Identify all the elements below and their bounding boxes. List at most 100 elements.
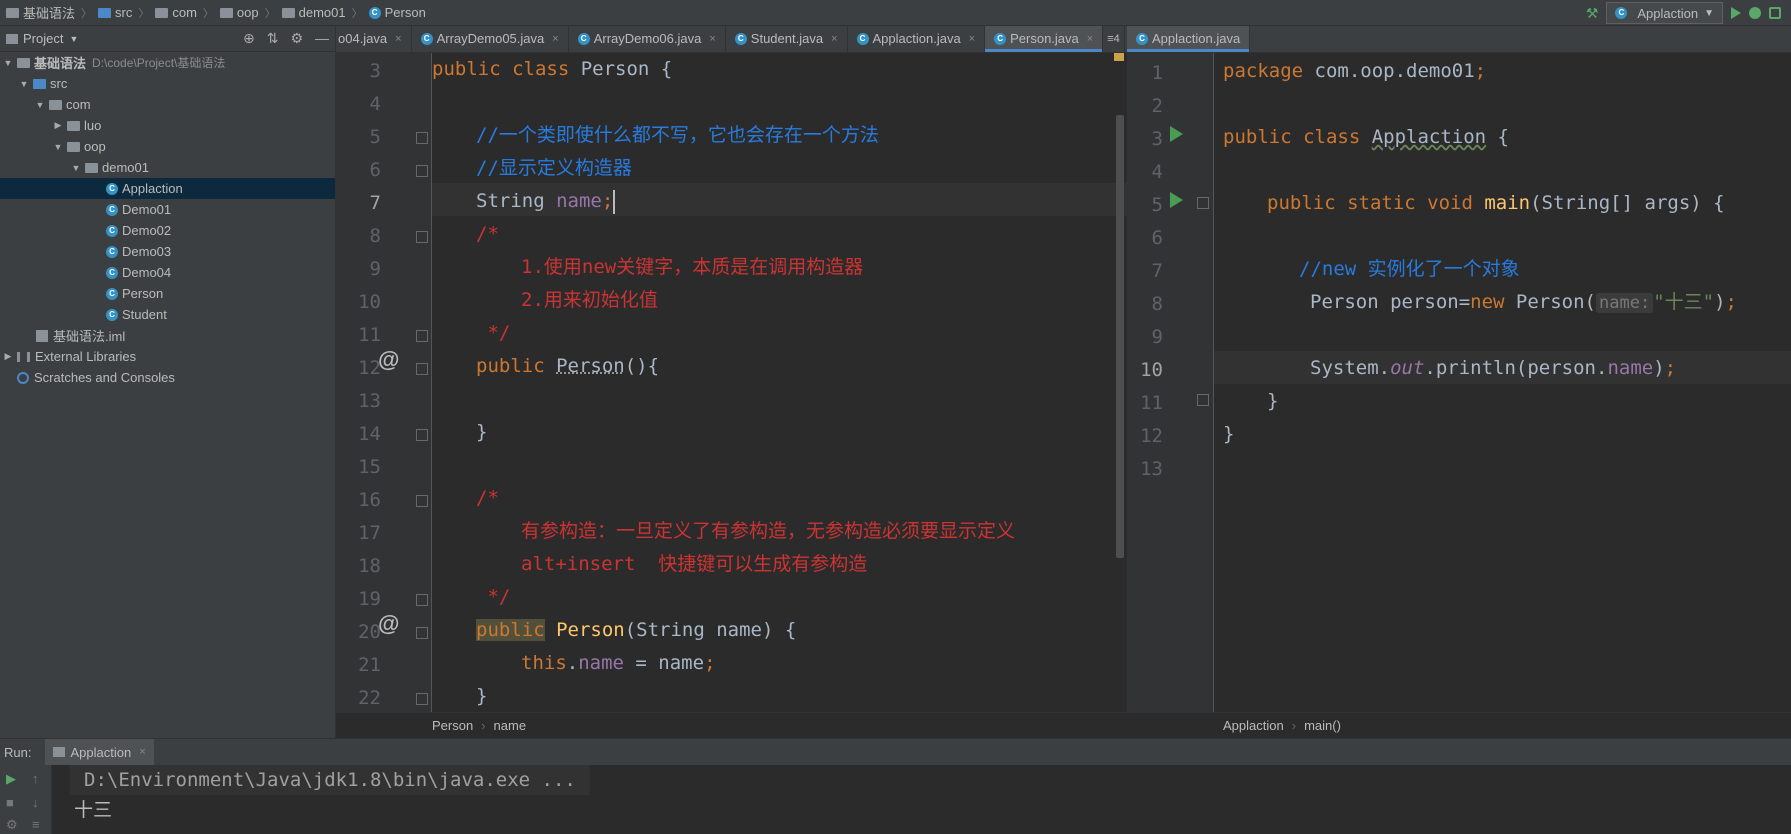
tree-item-iml[interactable]: 基础语法.iml <box>0 325 335 346</box>
close-icon[interactable]: × <box>969 33 975 45</box>
tree-item-src[interactable]: ▼ src <box>0 73 335 94</box>
coverage-icon[interactable] <box>1769 7 1781 19</box>
run-tab-applaction[interactable]: Applaction × <box>45 739 154 765</box>
line-number: 14 <box>358 423 381 445</box>
fold-toggle-icon[interactable] <box>416 594 428 606</box>
tab-person[interactable]: C Person.java × <box>985 26 1104 52</box>
expand-arrow-icon[interactable]: ▼ <box>34 100 46 110</box>
debug-bug-icon[interactable] <box>1749 7 1761 19</box>
crumb-project[interactable]: 基础语法〉 <box>0 3 92 22</box>
folder-icon <box>98 7 112 18</box>
override-annotation-icon[interactable]: @ <box>378 347 399 373</box>
settings-icon[interactable]: ⚙ <box>6 817 18 833</box>
tree-item-scratches[interactable]: Scratches and Consoles <box>0 367 335 388</box>
crumb-demo01[interactable]: demo01 〉 <box>276 5 363 21</box>
override-annotation-icon[interactable]: @ <box>378 611 399 637</box>
collapse-arrow-icon[interactable]: ▶ <box>2 351 14 362</box>
tree-item-class[interactable]: C Demo02 <box>0 220 335 241</box>
run-play-icon[interactable] <box>1731 7 1741 19</box>
build-hammer-icon[interactable]: ⚒ <box>1586 5 1599 22</box>
run-config-select[interactable]: C Applaction ▼ <box>1606 2 1723 24</box>
dropdown-arrow-icon[interactable]: ▼ <box>69 34 78 44</box>
fold-toggle-icon[interactable] <box>416 231 428 243</box>
tree-item-class[interactable]: C Person <box>0 283 335 304</box>
tree-item-oop[interactable]: ▼ oop <box>0 136 335 157</box>
line-number: 18 <box>358 555 381 577</box>
tab-o04[interactable]: o04.java × <box>336 26 412 52</box>
tab-arraydemo05[interactable]: C ArrayDemo05.java × <box>412 26 569 52</box>
expand-arrow-icon[interactable]: ▼ <box>52 142 64 152</box>
crumb-src[interactable]: src 〉 <box>92 5 149 21</box>
run-label: Run: <box>4 744 32 760</box>
tab-overflow-menu[interactable]: ≡4 <box>1103 26 1125 52</box>
scroll-up-arrow-icon[interactable]: ↑ <box>32 771 39 786</box>
line-number: 21 <box>358 654 381 676</box>
fold-toggle-icon[interactable] <box>416 495 428 507</box>
tree-item-luo[interactable]: ▶ luo <box>0 115 335 136</box>
run-gutter-play-icon[interactable] <box>1170 126 1183 142</box>
fold-toggle-icon[interactable] <box>416 165 428 177</box>
expand-arrow-icon[interactable]: ▼ <box>2 58 14 68</box>
fold-toggle-icon[interactable] <box>416 330 428 342</box>
fold-toggle-icon[interactable] <box>416 429 428 441</box>
close-icon[interactable]: × <box>552 33 558 45</box>
tree-item-class[interactable]: C Demo03 <box>0 241 335 262</box>
close-icon[interactable]: × <box>831 33 837 45</box>
close-icon[interactable]: × <box>139 746 145 758</box>
close-icon[interactable]: × <box>709 33 715 45</box>
tab-arraydemo06[interactable]: C ArrayDemo06.java × <box>569 26 726 52</box>
code-text: ) <box>1714 291 1726 313</box>
project-title[interactable]: Project <box>23 31 63 46</box>
tree-item-class[interactable]: C Demo01 <box>0 199 335 220</box>
tree-item-com[interactable]: ▼ com <box>0 94 335 115</box>
project-header: Project ▼ ⊕ ⇅ ⚙ — <box>0 26 335 52</box>
console-output[interactable]: D:\Environment\Java\jdk1.8\bin\java.exe … <box>60 765 590 825</box>
crumb-com[interactable]: com 〉 <box>149 5 214 21</box>
locate-target-icon[interactable]: ⊕ <box>243 30 255 47</box>
minimize-icon[interactable]: — <box>315 30 329 47</box>
close-icon[interactable]: × <box>395 33 401 45</box>
line-number: 4 <box>369 93 381 115</box>
expand-arrow-icon[interactable]: ▼ <box>18 79 30 89</box>
fold-toggle-icon[interactable] <box>1197 394 1209 406</box>
tree-item-class[interactable]: C Applaction <box>0 178 335 199</box>
breadcrumb-item[interactable]: Applaction <box>1223 718 1284 733</box>
class-icon: C <box>734 32 747 45</box>
run-controls: ⚒ C Applaction ▼ <box>1586 2 1781 24</box>
tab-student[interactable]: C Student.java × <box>726 26 848 52</box>
crumb-label: Person <box>384 5 426 20</box>
editor-scrollbar[interactable] <box>1116 115 1124 558</box>
package-icon <box>281 7 295 18</box>
right-code-editor[interactable]: 1 2 3 4 5 6 7 8 9 10 11 12 13 package co… <box>1127 53 1791 712</box>
tree-item-class[interactable]: C Demo04 <box>0 262 335 283</box>
crumb-oop[interactable]: oop 〉 <box>214 5 276 21</box>
project-panel: Project ▼ ⊕ ⇅ ⚙ — ▼ 基础语法 D:\code\Project… <box>0 26 336 738</box>
collapse-all-icon[interactable]: ⇅ <box>267 30 279 47</box>
left-code-editor[interactable]: 3 4 5 6 7 8 9 10 11 12 13 14 15 16 17 18… <box>336 53 1127 712</box>
breadcrumb-item[interactable]: Person <box>432 718 473 733</box>
tree-item-class[interactable]: C Student <box>0 304 335 325</box>
rerun-play-icon[interactable]: ▶ <box>6 771 16 787</box>
class-icon: C <box>577 32 590 45</box>
tab-applaction[interactable]: C Applaction.java × <box>848 26 986 52</box>
scroll-down-arrow-icon[interactable]: ↓ <box>32 795 39 810</box>
tree-item-demo01[interactable]: ▼ demo01 <box>0 157 335 178</box>
soft-wrap-icon[interactable]: ≡ <box>32 817 40 832</box>
fold-toggle-icon[interactable] <box>1197 197 1209 209</box>
tab-applaction-right[interactable]: C Applaction.java <box>1127 26 1251 52</box>
fold-toggle-icon[interactable] <box>416 627 428 639</box>
breadcrumb-item[interactable]: main() <box>1304 718 1341 733</box>
run-gutter-play-icon[interactable] <box>1170 192 1183 208</box>
gear-icon[interactable]: ⚙ <box>290 30 303 47</box>
crumb-person[interactable]: C Person <box>363 5 426 20</box>
collapse-arrow-icon[interactable]: ▶ <box>52 120 64 131</box>
expand-arrow-icon[interactable]: ▼ <box>70 163 82 173</box>
tree-item-root[interactable]: ▼ 基础语法 D:\code\Project\基础语法 <box>0 52 335 73</box>
breadcrumb-item[interactable]: name <box>494 718 527 733</box>
close-icon[interactable]: × <box>1087 33 1093 45</box>
fold-toggle-icon[interactable] <box>416 693 428 705</box>
fold-toggle-icon[interactable] <box>416 363 428 375</box>
stop-icon[interactable]: ■ <box>6 795 14 810</box>
fold-toggle-icon[interactable] <box>416 132 428 144</box>
tree-item-external-libraries[interactable]: ▶ External Libraries <box>0 346 335 367</box>
